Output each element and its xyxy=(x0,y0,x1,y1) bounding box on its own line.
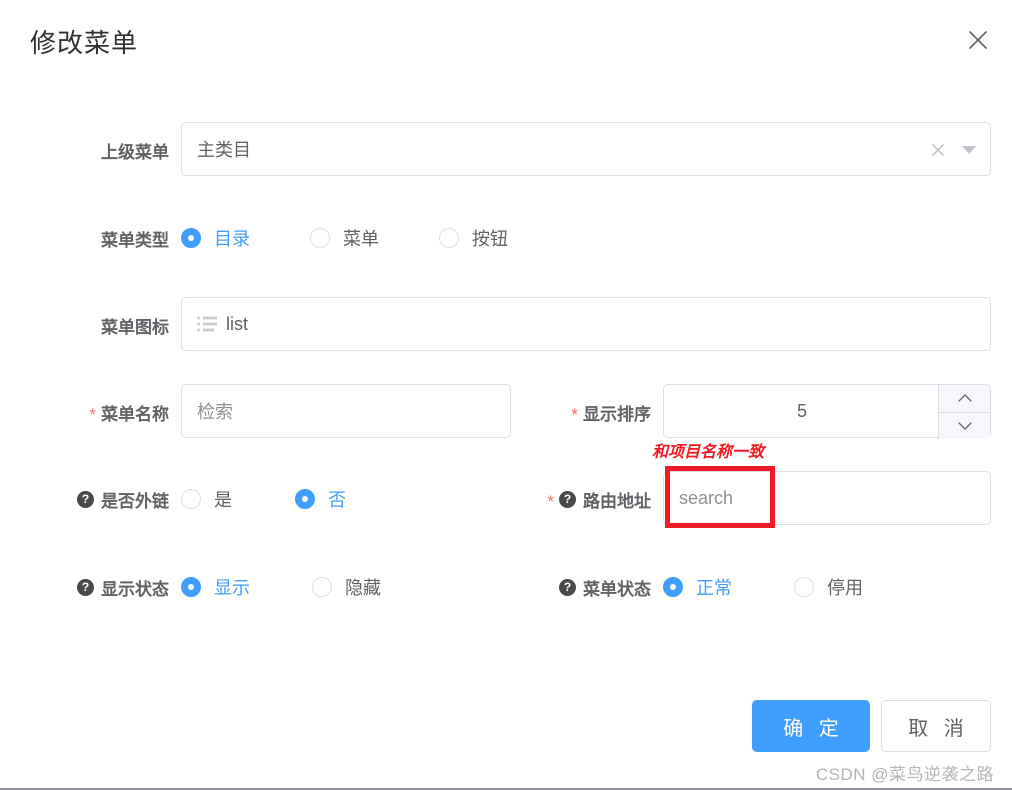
label-route-path: * ? 路由地址 xyxy=(483,471,663,527)
form-item-menu-type: 菜单类型 目录 菜单 按钮 xyxy=(101,210,581,266)
radio-label: 显示 xyxy=(214,578,250,598)
route-path-value: search xyxy=(679,487,734,508)
label-parent-menu-text: 上级菜单 xyxy=(101,142,169,162)
dialog-header: 修改菜单 xyxy=(0,0,1012,86)
modify-menu-dialog: 修改菜单 上级菜单 主类目 菜单类型 目录 菜单 按钮 菜单图标 list * … xyxy=(0,0,1012,790)
label-menu-icon-text: 菜单图标 xyxy=(101,317,169,337)
radio-dot-icon xyxy=(295,489,315,509)
radio-is-external-yes[interactable]: 是 xyxy=(181,486,232,512)
label-parent-menu: 上级菜单 xyxy=(1,122,181,178)
label-menu-type: 菜单类型 xyxy=(1,210,181,266)
radio-menu-status-disabled[interactable]: 停用 xyxy=(794,574,863,600)
form-item-is-external: ? 是否外链 是 否 xyxy=(77,471,511,527)
form-item-menu-name: * 菜单名称 检索 xyxy=(89,384,511,440)
label-menu-name-text: 菜单名称 xyxy=(101,404,169,424)
label-route-path-text: 路由地址 xyxy=(583,491,651,511)
label-menu-type-text: 菜单类型 xyxy=(101,230,169,250)
radio-label: 按钮 xyxy=(472,229,508,249)
radio-dot-icon xyxy=(181,577,201,597)
close-icon xyxy=(967,29,989,51)
chevron-down-icon xyxy=(957,422,972,430)
label-is-external: ? 是否外链 xyxy=(1,471,181,527)
menu-name-input[interactable]: 检索 xyxy=(181,384,511,438)
radio-menu-type-directory[interactable]: 目录 xyxy=(181,225,250,251)
form-item-visible-status: ? 显示状态 显示 隐藏 xyxy=(77,559,511,615)
stepper-decrease-button[interactable] xyxy=(939,413,990,440)
radio-is-external-no[interactable]: 否 xyxy=(295,486,346,512)
label-visible-status: ? 显示状态 xyxy=(1,559,181,615)
confirm-button[interactable]: 确 定 xyxy=(752,700,870,752)
stepper-increase-button[interactable] xyxy=(939,385,990,413)
radio-label: 否 xyxy=(328,490,346,510)
form-item-route-path: * ? 路由地址 search xyxy=(547,471,991,527)
label-menu-name: * 菜单名称 xyxy=(1,384,181,440)
radio-label: 隐藏 xyxy=(345,578,381,598)
menu-icon-value: list xyxy=(226,313,248,334)
route-path-input[interactable]: search xyxy=(663,471,991,525)
menu-status-radio-group: 正常 停用 xyxy=(663,559,863,615)
required-marker: * xyxy=(547,491,554,511)
question-mark-icon[interactable]: ? xyxy=(559,578,576,596)
visible-status-radio-group: 显示 隐藏 xyxy=(181,559,381,615)
chevron-down-icon[interactable] xyxy=(962,146,976,154)
cancel-button[interactable]: 取 消 xyxy=(881,700,991,752)
list-icon xyxy=(197,316,226,332)
label-visible-status-text: 显示状态 xyxy=(101,579,169,599)
label-menu-icon: 菜单图标 xyxy=(1,297,181,353)
question-mark-icon[interactable]: ? xyxy=(77,490,94,508)
radio-dot-icon xyxy=(663,577,683,597)
required-marker: * xyxy=(571,404,578,424)
label-is-external-text: 是否外链 xyxy=(101,491,169,511)
radio-menu-status-normal[interactable]: 正常 xyxy=(663,574,732,600)
label-display-order-text: 显示排序 xyxy=(583,404,651,424)
page-title: 修改菜单 xyxy=(30,28,139,58)
annotation-note: 和项目名称一致 xyxy=(652,444,765,461)
chevron-up-icon xyxy=(957,394,972,402)
radio-label: 正常 xyxy=(696,578,732,598)
form-item-menu-icon: 菜单图标 list xyxy=(101,297,991,353)
display-order-stepper[interactable]: 5 xyxy=(663,384,991,439)
menu-icon-input[interactable]: list xyxy=(181,297,991,351)
radio-dot-icon xyxy=(181,489,201,509)
clear-icon[interactable] xyxy=(930,142,946,158)
menu-name-value: 检索 xyxy=(197,402,233,422)
form-item-menu-status: ? 菜单状态 正常 停用 xyxy=(559,559,991,615)
watermark: CSDN @菜鸟逆袭之路 xyxy=(815,765,994,784)
radio-menu-type-menu[interactable]: 菜单 xyxy=(310,225,379,251)
radio-label: 目录 xyxy=(214,229,250,249)
parent-menu-suffix xyxy=(930,123,976,177)
form-item-parent-menu: 上级菜单 主类目 xyxy=(101,122,991,178)
form-item-display-order: * 显示排序 5 xyxy=(571,384,991,440)
label-display-order: * 显示排序 xyxy=(483,384,663,440)
radio-dot-icon xyxy=(439,228,459,248)
label-menu-status: ? 菜单状态 xyxy=(483,559,663,615)
radio-menu-type-button[interactable]: 按钮 xyxy=(439,225,508,251)
radio-dot-icon xyxy=(310,228,330,248)
radio-label: 菜单 xyxy=(343,229,379,249)
radio-dot-icon xyxy=(181,228,201,248)
is-external-radio-group: 是 否 xyxy=(181,471,346,527)
stepper-controls xyxy=(938,385,990,439)
radio-visible-show[interactable]: 显示 xyxy=(181,574,250,600)
display-order-value: 5 xyxy=(796,400,807,421)
parent-menu-select[interactable]: 主类目 xyxy=(181,122,991,176)
radio-label: 是 xyxy=(214,490,232,510)
close-button[interactable] xyxy=(964,26,992,54)
menu-type-radio-group: 目录 菜单 按钮 xyxy=(181,210,508,266)
radio-label: 停用 xyxy=(827,578,863,598)
required-marker: * xyxy=(89,404,96,424)
radio-dot-icon xyxy=(312,577,332,597)
question-mark-icon[interactable]: ? xyxy=(77,578,94,596)
label-menu-status-text: 菜单状态 xyxy=(583,579,651,599)
question-mark-icon[interactable]: ? xyxy=(559,490,576,508)
radio-visible-hide[interactable]: 隐藏 xyxy=(312,574,381,600)
radio-dot-icon xyxy=(794,577,814,597)
parent-menu-value: 主类目 xyxy=(197,140,251,160)
